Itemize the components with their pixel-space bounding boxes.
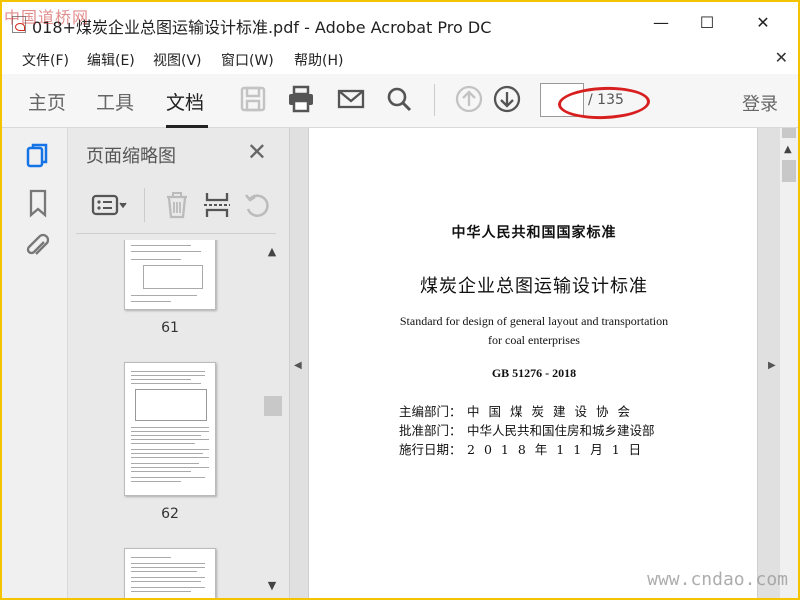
minimize-button[interactable]: —: [650, 12, 672, 34]
info-label: 批准部门：: [399, 423, 462, 438]
document-scrollbar[interactable]: ▲: [780, 128, 798, 598]
maximize-button[interactable]: ☐: [696, 12, 718, 34]
thumbnail-scrollbar[interactable]: ▲ ▼: [264, 240, 282, 598]
thumbnail-page[interactable]: [124, 362, 216, 496]
close-button[interactable]: ✕: [752, 12, 774, 34]
menu-view[interactable]: 视图(V): [153, 50, 202, 70]
close-panel-icon[interactable]: ✕: [247, 138, 267, 166]
info-value: 中华人民共和国住房和城乡建设部: [467, 423, 655, 438]
thumbnail-page[interactable]: [124, 548, 216, 598]
site-watermark-bottom: www.cndao.com: [647, 569, 788, 590]
scrollbar-thumb[interactable]: [264, 396, 282, 416]
previous-page-icon[interactable]: [454, 84, 484, 114]
scrollbar-thumb[interactable]: [782, 160, 796, 182]
doc-national-standard-header: 中华人民共和国国家标准: [451, 225, 617, 241]
bookmark-icon[interactable]: [24, 188, 52, 218]
scroll-up-icon[interactable]: ▲: [266, 246, 278, 258]
document-view: ◀ 中华人民共和国国家标准 煤炭企业总图运输设计标准 Standard for …: [290, 128, 798, 598]
doc-standard-code: GB 51276 - 2018: [491, 366, 577, 380]
extract-page-icon[interactable]: [202, 190, 232, 220]
save-icon[interactable]: [238, 84, 268, 114]
search-icon[interactable]: [384, 84, 414, 114]
tab-document[interactable]: 文档: [166, 88, 204, 115]
page-thumbnails-icon[interactable]: [24, 142, 52, 172]
collapse-left-panel-icon[interactable]: ◀: [294, 360, 302, 371]
print-icon[interactable]: [286, 84, 316, 114]
info-value: 2018年11月1日: [467, 442, 651, 457]
doc-title: 煤炭企业总图运输设计标准: [420, 276, 648, 297]
menu-edit[interactable]: 编辑(E): [87, 50, 135, 70]
panel-title: 页面缩略图: [86, 146, 176, 167]
scroll-up-icon[interactable]: ▲: [784, 144, 792, 155]
attachment-icon[interactable]: [24, 232, 52, 262]
menu-file[interactable]: 文件(F): [22, 50, 69, 70]
rotate-page-icon[interactable]: [242, 190, 272, 220]
email-icon[interactable]: [336, 84, 366, 114]
thumbnail-page-label: 61: [161, 320, 179, 336]
site-watermark: 中国道桥网: [4, 8, 90, 27]
doc-english-title-line1: Standard for design of general layout an…: [399, 314, 669, 328]
menu-help[interactable]: 帮助(H): [294, 50, 343, 70]
info-label: 施行日期：: [399, 442, 462, 457]
login-button[interactable]: 登录: [742, 90, 778, 116]
expand-right-panel-icon[interactable]: ▶: [768, 360, 776, 371]
acrobat-window: 018+煤炭企业总图运输设计标准.pdf - Adobe Acrobat Pro…: [2, 2, 798, 598]
scrollbar-top-cap: [782, 128, 796, 138]
delete-page-icon[interactable]: [162, 190, 192, 220]
menu-window[interactable]: 窗口(W): [221, 50, 274, 70]
toolbar: 主页 工具 文档 / 135 登录: [2, 74, 798, 128]
tab-tools[interactable]: 工具: [96, 88, 134, 115]
thumbnail-list: 61 62: [76, 240, 262, 598]
info-label: 主编部门：: [399, 404, 462, 419]
close-document-icon[interactable]: ✕: [775, 48, 788, 67]
doc-info-effective-date: 施行日期： 2018年11月1日: [399, 439, 650, 458]
tab-home[interactable]: 主页: [28, 88, 66, 115]
thumbnail-tools: [76, 178, 276, 234]
page-thumbnails-panel: 页面缩略图 ✕ 61 62 ▲ ▼: [68, 128, 290, 598]
doc-english-title-line2: for coal enterprises: [488, 333, 580, 347]
thumbnail-page-label: 62: [161, 506, 179, 522]
next-page-icon[interactable]: [492, 84, 522, 114]
toolbar-separator: [434, 84, 435, 116]
window-title: 018+煤炭企业总图运输设计标准.pdf - Adobe Acrobat Pro…: [32, 18, 492, 37]
doc-info-approver: 批准部门： 中华人民共和国住房和城乡建设部: [399, 420, 655, 439]
scroll-down-icon[interactable]: ▼: [266, 580, 278, 592]
menu-bar: 文件(F) 编辑(E) 视图(V) 窗口(W) 帮助(H) ✕: [2, 46, 798, 74]
pdf-page: 中华人民共和国国家标准 煤炭企业总图运输设计标准 Standard for de…: [308, 128, 758, 598]
navigation-rail: [2, 128, 68, 598]
info-value: 中国煤炭建设协会: [467, 404, 640, 419]
tools-separator: [144, 188, 145, 222]
thumbnail-page[interactable]: [124, 240, 216, 310]
title-bar: 018+煤炭企业总图运输设计标准.pdf - Adobe Acrobat Pro…: [2, 2, 798, 46]
doc-info-editor: 主编部门： 中国煤炭建设协会: [399, 401, 639, 420]
thumbnail-options-icon[interactable]: [90, 190, 130, 220]
